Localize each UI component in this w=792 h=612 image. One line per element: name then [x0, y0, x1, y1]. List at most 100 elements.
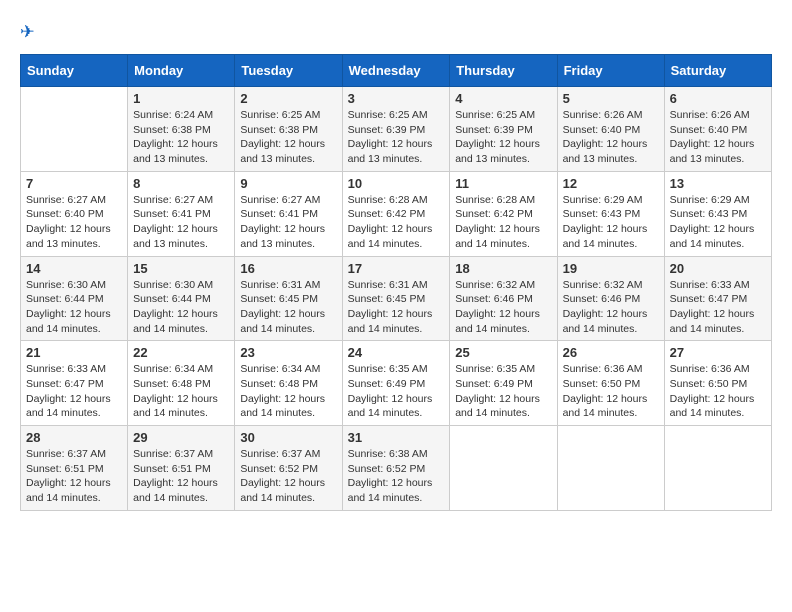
calendar-cell: 5Sunrise: 6:26 AM Sunset: 6:40 PM Daylig…	[557, 87, 664, 172]
calendar-cell: 23Sunrise: 6:34 AM Sunset: 6:48 PM Dayli…	[235, 341, 342, 426]
calendar-cell	[450, 426, 557, 511]
day-number: 4	[455, 91, 551, 106]
calendar-table: SundayMondayTuesdayWednesdayThursdayFrid…	[20, 54, 772, 511]
calendar-cell: 15 Sunrise: 6:30 AM Sunset: 6:44 PM Dayli…	[128, 256, 235, 341]
day-detail: Sunrise: 6:29 AM Sunset: 6:43 PM Dayligh…	[670, 193, 766, 252]
weekday-header-friday: Friday	[557, 55, 664, 87]
day-number: 28	[26, 430, 122, 445]
generalblue-logo-icon: ✈	[20, 20, 44, 44]
calendar-cell: 29 Sunrise: 6:37 AM Sunset: 6:51 PM Dayli…	[128, 426, 235, 511]
calendar-cell: 19 Sunrise: 6:32 AM Sunset: 6:46 PM Dayli…	[557, 256, 664, 341]
calendar-week-row: 7 Sunrise: 6:27 AM Sunset: 6:40 PM Daylig…	[21, 171, 772, 256]
calendar-cell: 30Sunrise: 6:37 AM Sunset: 6:52 PM Dayli…	[235, 426, 342, 511]
day-detail: Sunrise: 6:27 AM Sunset: 6:41 PM Dayligh…	[133, 193, 229, 252]
day-number: 20	[670, 261, 766, 276]
calendar-cell	[664, 426, 771, 511]
calendar-cell: 13 Sunrise: 6:29 AM Sunset: 6:43 PM Dayli…	[664, 171, 771, 256]
day-detail: Sunrise: 6:32 AM Sunset: 6:46 PM Dayligh…	[563, 278, 659, 337]
calendar-cell: 22 Sunrise: 6:34 AM Sunset: 6:48 PM Dayli…	[128, 341, 235, 426]
calendar-cell: 27 Sunrise: 6:36 AM Sunset: 6:50 PM Dayli…	[664, 341, 771, 426]
day-number: 15	[133, 261, 229, 276]
day-detail: Sunrise: 6:29 AM Sunset: 6:43 PM Dayligh…	[563, 193, 659, 252]
weekday-header-sunday: Sunday	[21, 55, 128, 87]
calendar-cell: 14Sunrise: 6:30 AM Sunset: 6:44 PM Dayli…	[21, 256, 128, 341]
day-detail: Sunrise: 6:28 AM Sunset: 6:42 PM Dayligh…	[455, 193, 551, 252]
day-detail: Sunrise: 6:36 AM Sunset: 6:50 PM Dayligh…	[563, 362, 659, 421]
day-number: 9	[240, 176, 336, 191]
day-number: 5	[563, 91, 659, 106]
day-number: 13	[670, 176, 766, 191]
day-number: 19	[563, 261, 659, 276]
calendar-cell: 18 Sunrise: 6:32 AM Sunset: 6:46 PM Dayli…	[450, 256, 557, 341]
day-number: 3	[348, 91, 445, 106]
logo: ✈	[20, 20, 46, 44]
day-detail: Sunrise: 6:35 AM Sunset: 6:49 PM Dayligh…	[348, 362, 445, 421]
day-detail: Sunrise: 6:37 AM Sunset: 6:51 PM Dayligh…	[133, 447, 229, 506]
day-number: 16	[240, 261, 336, 276]
calendar-cell: 9 Sunrise: 6:27 AM Sunset: 6:41 PM Daylig…	[235, 171, 342, 256]
day-number: 26	[563, 345, 659, 360]
weekday-header-saturday: Saturday	[664, 55, 771, 87]
day-number: 18	[455, 261, 551, 276]
weekday-header-tuesday: Tuesday	[235, 55, 342, 87]
day-detail: Sunrise: 6:31 AM Sunset: 6:45 PM Dayligh…	[240, 278, 336, 337]
calendar-cell: 25Sunrise: 6:35 AM Sunset: 6:49 PM Dayli…	[450, 341, 557, 426]
day-detail: Sunrise: 6:37 AM Sunset: 6:51 PM Dayligh…	[26, 447, 122, 506]
day-detail: Sunrise: 6:38 AM Sunset: 6:52 PM Dayligh…	[348, 447, 445, 506]
day-number: 27	[670, 345, 766, 360]
calendar-cell: 16 Sunrise: 6:31 AM Sunset: 6:45 PM Dayli…	[235, 256, 342, 341]
day-detail: Sunrise: 6:26 AM Sunset: 6:40 PM Dayligh…	[670, 108, 766, 167]
calendar-cell: 31 Sunrise: 6:38 AM Sunset: 6:52 PM Dayli…	[342, 426, 450, 511]
day-detail: Sunrise: 6:35 AM Sunset: 6:49 PM Dayligh…	[455, 362, 551, 421]
calendar-cell: 11 Sunrise: 6:28 AM Sunset: 6:42 PM Dayli…	[450, 171, 557, 256]
weekday-header-monday: Monday	[128, 55, 235, 87]
day-detail: Sunrise: 6:24 AM Sunset: 6:38 PM Dayligh…	[133, 108, 229, 167]
calendar-week-row: 14Sunrise: 6:30 AM Sunset: 6:44 PM Dayli…	[21, 256, 772, 341]
day-detail: Sunrise: 6:25 AM Sunset: 6:39 PM Dayligh…	[455, 108, 551, 167]
calendar-week-row: 1 Sunrise: 6:24 AM Sunset: 6:38 PM Daylig…	[21, 87, 772, 172]
day-detail: Sunrise: 6:33 AM Sunset: 6:47 PM Dayligh…	[26, 362, 122, 421]
calendar-cell	[21, 87, 128, 172]
day-number: 1	[133, 91, 229, 106]
day-number: 17	[348, 261, 445, 276]
calendar-cell: 20 Sunrise: 6:33 AM Sunset: 6:47 PM Dayli…	[664, 256, 771, 341]
calendar-cell: 8Sunrise: 6:27 AM Sunset: 6:41 PM Daylig…	[128, 171, 235, 256]
calendar-cell: 12 Sunrise: 6:29 AM Sunset: 6:43 PM Dayli…	[557, 171, 664, 256]
calendar-cell: 28 Sunrise: 6:37 AM Sunset: 6:51 PM Dayli…	[21, 426, 128, 511]
day-detail: Sunrise: 6:25 AM Sunset: 6:39 PM Dayligh…	[348, 108, 445, 167]
day-number: 11	[455, 176, 551, 191]
day-number: 7	[26, 176, 122, 191]
calendar-week-row: 21Sunrise: 6:33 AM Sunset: 6:47 PM Dayli…	[21, 341, 772, 426]
day-detail: Sunrise: 6:25 AM Sunset: 6:38 PM Dayligh…	[240, 108, 336, 167]
day-detail: Sunrise: 6:27 AM Sunset: 6:40 PM Dayligh…	[26, 193, 122, 252]
calendar-cell: 2 Sunrise: 6:25 AM Sunset: 6:38 PM Daylig…	[235, 87, 342, 172]
calendar-cell	[557, 426, 664, 511]
day-number: 31	[348, 430, 445, 445]
calendar-cell: 21Sunrise: 6:33 AM Sunset: 6:47 PM Dayli…	[21, 341, 128, 426]
calendar-cell: 3 Sunrise: 6:25 AM Sunset: 6:39 PM Daylig…	[342, 87, 450, 172]
day-number: 29	[133, 430, 229, 445]
day-detail: Sunrise: 6:27 AM Sunset: 6:41 PM Dayligh…	[240, 193, 336, 252]
day-detail: Sunrise: 6:30 AM Sunset: 6:44 PM Dayligh…	[133, 278, 229, 337]
calendar-cell: 7 Sunrise: 6:27 AM Sunset: 6:40 PM Daylig…	[21, 171, 128, 256]
day-number: 22	[133, 345, 229, 360]
weekday-header-wednesday: Wednesday	[342, 55, 450, 87]
day-number: 10	[348, 176, 445, 191]
calendar-cell: 10Sunrise: 6:28 AM Sunset: 6:42 PM Dayli…	[342, 171, 450, 256]
day-detail: Sunrise: 6:34 AM Sunset: 6:48 PM Dayligh…	[240, 362, 336, 421]
calendar-cell: 4 Sunrise: 6:25 AM Sunset: 6:39 PM Daylig…	[450, 87, 557, 172]
day-number: 12	[563, 176, 659, 191]
svg-text:✈: ✈	[20, 22, 35, 42]
day-detail: Sunrise: 6:37 AM Sunset: 6:52 PM Dayligh…	[240, 447, 336, 506]
day-number: 2	[240, 91, 336, 106]
calendar-cell: 24Sunrise: 6:35 AM Sunset: 6:49 PM Dayli…	[342, 341, 450, 426]
day-detail: Sunrise: 6:33 AM Sunset: 6:47 PM Dayligh…	[670, 278, 766, 337]
weekday-header-row: SundayMondayTuesdayWednesdayThursdayFrid…	[21, 55, 772, 87]
day-detail: Sunrise: 6:30 AM Sunset: 6:44 PM Dayligh…	[26, 278, 122, 337]
day-detail: Sunrise: 6:34 AM Sunset: 6:48 PM Dayligh…	[133, 362, 229, 421]
page-header: ✈	[20, 20, 772, 44]
day-number: 6	[670, 91, 766, 106]
day-detail: Sunrise: 6:32 AM Sunset: 6:46 PM Dayligh…	[455, 278, 551, 337]
calendar-cell: 26 Sunrise: 6:36 AM Sunset: 6:50 PM Dayli…	[557, 341, 664, 426]
day-detail: Sunrise: 6:36 AM Sunset: 6:50 PM Dayligh…	[670, 362, 766, 421]
